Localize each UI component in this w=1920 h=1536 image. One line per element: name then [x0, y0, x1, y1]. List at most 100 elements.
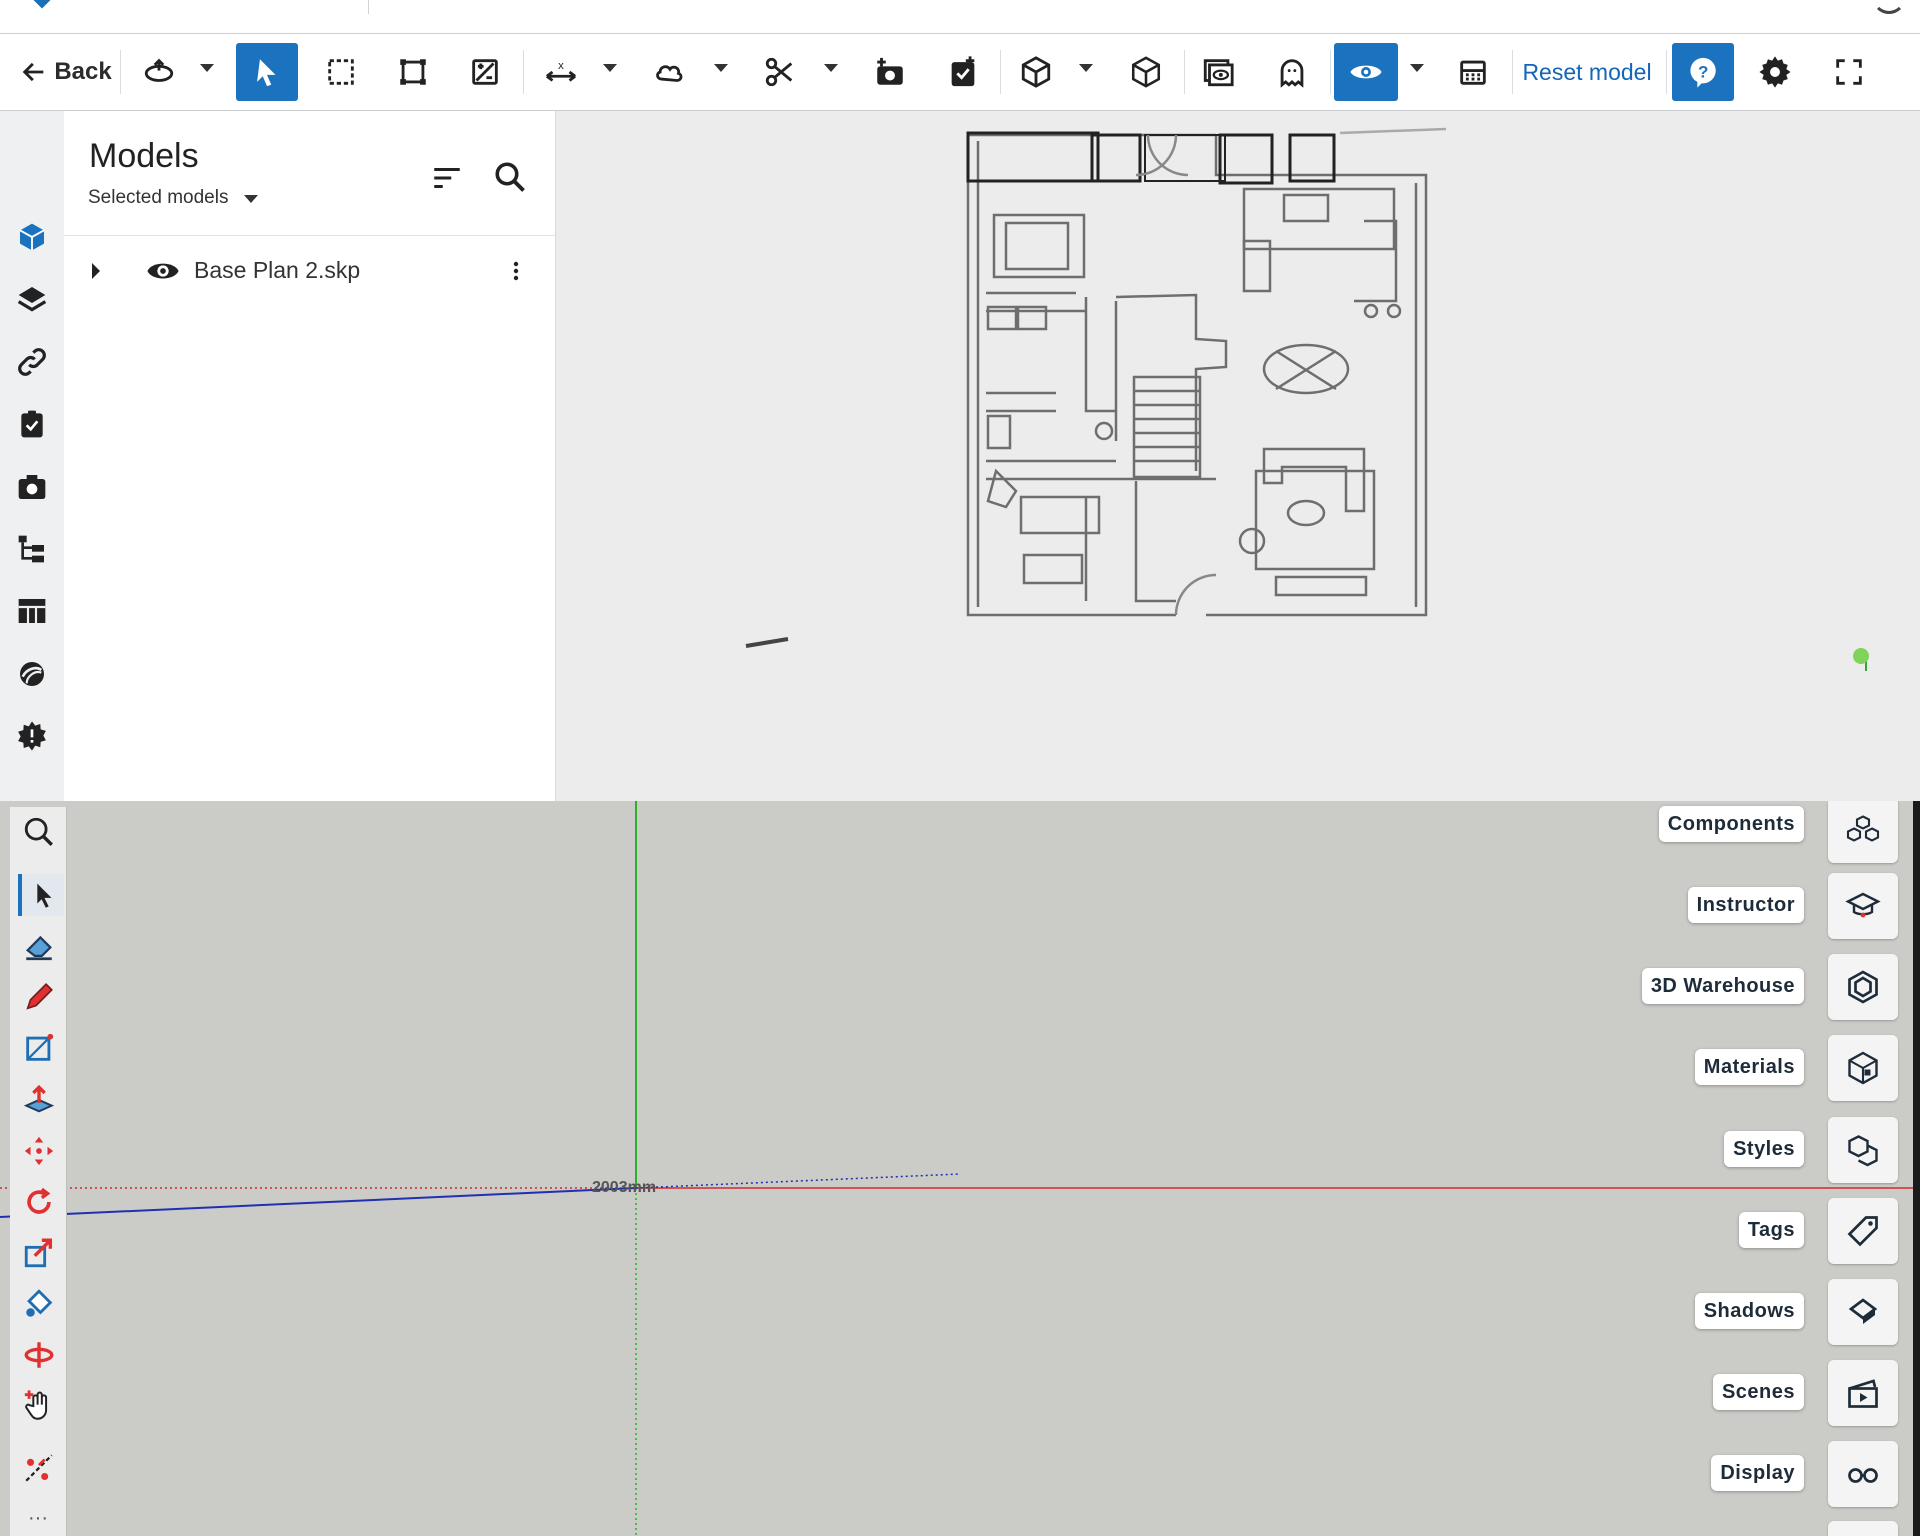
- xray-button[interactable]: [1192, 43, 1244, 101]
- move-tool[interactable]: [18, 1130, 60, 1172]
- xray-eye-icon: [1203, 59, 1234, 87]
- layers-icon: [17, 287, 47, 312]
- user-avatar-icon[interactable]: [1872, 0, 1906, 14]
- pan-tool[interactable]: [18, 1385, 60, 1427]
- scenes-panel-label[interactable]: Scenes: [1712, 1374, 1804, 1410]
- more-tools-indicator[interactable]: ···: [28, 1507, 48, 1530]
- section-box-icon: [400, 59, 426, 85]
- clash-tab[interactable]: [14, 656, 50, 692]
- styles-icon: [1848, 1135, 1878, 1167]
- orbit-tool-button[interactable]: [134, 43, 184, 101]
- components-panel-button[interactable]: [1828, 801, 1898, 863]
- models-filter-dropdown[interactable]: Selected models: [88, 187, 228, 209]
- links-tab[interactable]: [14, 344, 50, 380]
- rotate-tool[interactable]: [18, 1181, 60, 1223]
- app-logo-icon[interactable]: [33, 0, 51, 9]
- dimension-label: 2003mm: [592, 1179, 657, 1196]
- push-pull-tool[interactable]: [18, 1079, 60, 1121]
- paint-bucket-tool[interactable]: [18, 1283, 60, 1325]
- box-select-button[interactable]: [316, 43, 366, 101]
- select-icon: [37, 883, 52, 908]
- ifc-button[interactable]: [1448, 43, 1498, 101]
- styles-panel-button[interactable]: [1828, 1117, 1898, 1183]
- search-icon[interactable]: [492, 159, 528, 195]
- section-box-button[interactable]: [388, 43, 438, 101]
- materials-panel-button[interactable]: [1828, 1035, 1898, 1101]
- chevron-down-icon[interactable]: [244, 195, 258, 203]
- sketchup-canvas[interactable]: 2003mm ··· Components Instructor 3D Ware…: [0, 801, 1920, 1536]
- toolbar-divider: [1512, 50, 1513, 94]
- markup-dropdown-caret[interactable]: [714, 64, 728, 72]
- select-tool-button[interactable]: [236, 43, 298, 101]
- hierarchy-icon: [18, 535, 44, 563]
- back-button[interactable]: Back: [18, 43, 114, 101]
- markup-cloud-button[interactable]: [645, 43, 695, 101]
- model-viewport[interactable]: [556, 111, 1920, 801]
- zoom-tool[interactable]: [18, 811, 60, 853]
- view-dropdown-caret[interactable]: [1079, 64, 1093, 72]
- properties-table-tab[interactable]: [14, 593, 50, 629]
- models-tab[interactable]: [14, 219, 50, 255]
- clipping-tool-button[interactable]: [755, 43, 805, 101]
- panel-divider: [64, 235, 555, 236]
- shadows-panel-button[interactable]: [1828, 1279, 1898, 1345]
- clipboard-check-icon: [21, 410, 43, 438]
- create-issue-button[interactable]: [938, 43, 988, 101]
- components-panel-label[interactable]: Components: [1658, 806, 1804, 842]
- grid-pattern-icon: [1460, 60, 1486, 85]
- clash-results-tab[interactable]: [14, 718, 50, 754]
- viewpoints-tab[interactable]: [14, 469, 50, 505]
- tape-measure-tool[interactable]: [18, 1447, 60, 1489]
- measure-dropdown-caret[interactable]: [603, 64, 617, 72]
- more-vertical-icon[interactable]: [504, 253, 528, 289]
- visibility-button[interactable]: [1334, 43, 1398, 101]
- tags-panel-label[interactable]: Tags: [1738, 1212, 1804, 1248]
- pencil-tool[interactable]: [18, 976, 60, 1018]
- eye-icon[interactable]: [144, 254, 182, 288]
- section-plane-button[interactable]: [460, 43, 510, 101]
- pencil-icon: [26, 983, 53, 1010]
- visibility-dropdown-caret[interactable]: [1410, 64, 1424, 72]
- display-panel-label[interactable]: Display: [1711, 1455, 1804, 1491]
- warehouse-icon: [1848, 970, 1878, 1004]
- clipping-dropdown-caret[interactable]: [824, 64, 838, 72]
- materials-panel-label[interactable]: Materials: [1694, 1049, 1804, 1085]
- hierarchy-tab[interactable]: [14, 531, 50, 567]
- styles-panel-label[interactable]: Styles: [1724, 1131, 1804, 1167]
- push-pull-icon: [23, 1084, 55, 1113]
- scale-tool[interactable]: [18, 1232, 60, 1274]
- settings-button[interactable]: [1750, 43, 1800, 101]
- more-panels-button[interactable]: [1828, 1521, 1898, 1536]
- display-panel-button[interactable]: [1828, 1441, 1898, 1507]
- warehouse-panel-button[interactable]: [1828, 954, 1898, 1020]
- view-cube-button[interactable]: [1010, 43, 1062, 101]
- model-list-item[interactable]: Base Plan 2.skp: [64, 241, 555, 303]
- models-panel-title: Models: [89, 137, 199, 175]
- cursor-arrow-icon: [257, 59, 276, 87]
- fullscreen-button[interactable]: [1824, 43, 1874, 101]
- orbit-dropdown-caret[interactable]: [200, 64, 214, 72]
- back-label: Back: [54, 58, 112, 85]
- select-tool[interactable]: [18, 874, 64, 916]
- tags-panel-button[interactable]: [1828, 1198, 1898, 1264]
- layers-tab[interactable]: [14, 281, 50, 317]
- help-button[interactable]: ?: [1672, 43, 1734, 101]
- add-viewpoint-button[interactable]: [865, 43, 915, 101]
- eraser-tool[interactable]: [18, 925, 60, 967]
- gear-icon: [1759, 56, 1791, 88]
- warehouse-panel-label[interactable]: 3D Warehouse: [1641, 968, 1804, 1004]
- sort-icon[interactable]: [430, 161, 464, 195]
- scenes-panel-button[interactable]: [1828, 1360, 1898, 1426]
- orbit-tool[interactable]: [18, 1334, 60, 1376]
- instructor-panel-label[interactable]: Instructor: [1687, 887, 1804, 923]
- reset-model-button[interactable]: Reset model: [1516, 43, 1658, 101]
- instructor-panel-button[interactable]: [1828, 873, 1898, 939]
- tape-measure-icon: [25, 1454, 53, 1482]
- rectangle-tool[interactable]: [18, 1027, 60, 1069]
- ghost-mode-button[interactable]: [1266, 43, 1318, 101]
- projection-button[interactable]: [1120, 43, 1172, 101]
- shadows-panel-label[interactable]: Shadows: [1694, 1293, 1804, 1329]
- measure-tool-button[interactable]: x: [534, 43, 588, 101]
- expand-caret-icon[interactable]: [92, 263, 100, 279]
- issues-tab[interactable]: [14, 406, 50, 442]
